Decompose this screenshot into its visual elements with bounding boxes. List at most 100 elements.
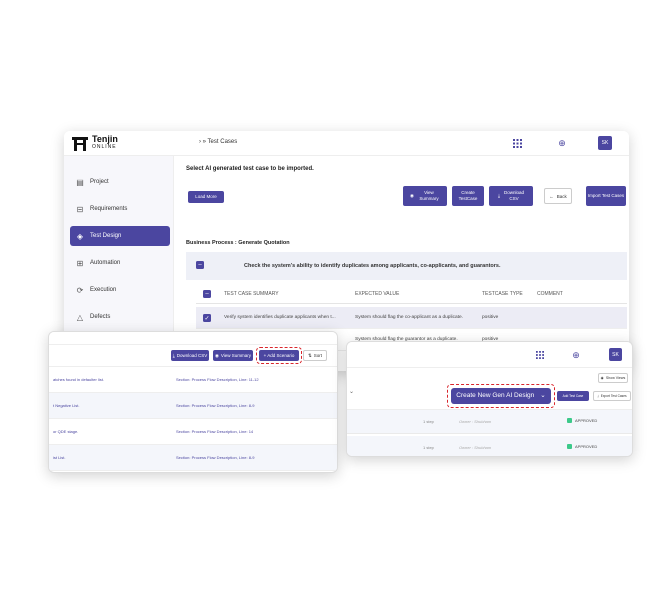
expected-cell: System should flag the co-applicant as a… [355,315,463,320]
owner-cell: Owner : Shubham [459,419,492,424]
test-design-panel: ⊕ SK ⌄ ◉ Show Views Create New Gen AI De… [346,341,633,457]
highlight-add-scenario [256,347,302,364]
sort-icon: ⇅ [307,352,312,358]
column-header: EXPECTED VALUE [355,291,400,297]
scenario-title: atches found in defaulter list. [53,377,104,382]
panel-header [49,332,337,345]
scenario-section: Section: Process Flow Description, Line:… [176,377,259,382]
execution-icon: ⟳ [76,285,84,295]
project-icon: ▤ [76,177,84,187]
defects-icon: △ [76,312,84,322]
top-bar: Tenjin ONLINE › » Test Cases ⊕ SK [64,131,629,156]
apps-grid-icon[interactable] [510,136,524,150]
view-summary-label: View Summary [419,190,439,201]
back-button[interactable]: ← Back [544,188,572,204]
sidebar-item-label: Execution [90,287,117,293]
download-icon: ⤓ [498,193,500,198]
sidebar-item-requirements[interactable]: ⊟ Requirements [70,199,170,219]
list-item[interactable]: atches found in defaulter list. Section:… [49,367,337,393]
sidebar-item-label: Defects [90,314,111,320]
column-header: TESTCASE TYPE [482,291,523,297]
breadcrumb[interactable]: › » Test Cases [199,139,237,145]
column-header: TEST CASE SUMMARY [224,291,279,297]
arrow-left-icon: ← [549,193,554,199]
status-dot-icon [567,444,572,449]
download-csv-button[interactable]: ⤓ Download CSV [171,350,209,361]
download-csv-label: Download CSV [176,352,208,358]
scenario-section: Section: Process Flow Description, Line:… [176,403,255,408]
export-label: Export Test Cases [600,394,627,398]
sidebar-item-defects[interactable]: △ Defects [70,307,170,327]
step-count: 1 step [423,445,434,450]
scenario-list-panel: ⤓ Download CSV ◉ View Summary + Add Scen… [48,331,338,473]
download-csv-button[interactable]: ⤓ Download CSV [489,186,533,206]
row-checkbox[interactable]: ✓ [203,314,211,322]
sidebar-item-label: Test Design [90,233,122,239]
sidebar-item-project[interactable]: ▤ Project [70,172,170,192]
view-summary-label: View Summary [220,352,252,358]
requirements-icon: ⊟ [76,204,84,214]
add-test-case-button[interactable]: Add Test Case [557,391,589,401]
download-csv-label: Download CSV [504,190,525,201]
step-count: 1 step [423,419,434,424]
create-testcase-button[interactable]: Create TestCase [452,186,484,206]
test-design-icon: ◈ [76,231,84,241]
select-all-checkbox[interactable]: – [203,290,211,298]
scenario-row[interactable]: – Check the system's ability to identify… [186,252,627,280]
column-header: COMMENT [537,291,563,297]
sidebar-item-test-design[interactable]: ◈ Test Design [70,226,170,246]
sidebar-item-label: Automation [90,260,121,266]
view-summary-button[interactable]: ◉ View Summary [213,350,253,361]
list-item[interactable]: or QDE stage. Section: Process Flow Desc… [49,419,337,445]
scenario-title: t Negative List. [53,403,80,408]
load-more-button[interactable]: Load More [188,191,224,203]
table-row[interactable]: 1 step Owner : Shubham APPROVED [347,436,632,456]
scenario-title: ist List. [53,455,66,460]
sort-label: Sort [313,353,323,358]
summary-cell: Verify system identifies duplicate appli… [224,315,336,320]
owner-cell: Owner : Shubham [459,445,492,450]
status-badge: APPROVED [567,418,597,423]
back-label: Back [556,193,567,199]
export-test-cases-button[interactable]: ⤓ Export Test Cases [593,391,631,401]
eye-icon: ◉ [410,193,414,198]
brand-name: Tenjin [92,134,118,144]
list-item[interactable]: ist List. Section: Process Flow Descript… [49,445,337,471]
sort-button[interactable]: ⇅ Sort [303,350,327,361]
sidebar-item-automation[interactable]: ⊞ Automation [70,253,170,273]
avatar[interactable]: SK [598,136,612,150]
panel-toolbar: ⌄ ◉ Show Views Create New Gen AI Design … [347,368,632,410]
import-test-cases-button[interactable]: Import Test Cases [586,186,626,206]
avatar[interactable]: SK [609,348,622,361]
table-row[interactable]: 1 step Owner : Shubham APPROVED [347,410,632,434]
status-label: APPROVED [575,418,598,423]
scenario-section: Section: Process Flow Description, Line:… [176,429,254,434]
settings-circle-icon[interactable]: ⊕ [569,348,583,362]
scenario-text: Check the system's ability to identify d… [244,263,501,269]
tenjin-logo-icon [72,137,88,151]
view-summary-button[interactable]: ◉ View Summary [403,186,447,206]
chevron-down-icon[interactable]: ⌄ [349,388,354,395]
brand-sub: ONLINE [92,144,117,150]
scenario-checkbox[interactable]: – [196,261,204,269]
sidebar-item-label: Requirements [90,206,128,212]
apps-grid-icon[interactable] [533,348,547,362]
scenario-section: Section: Process Flow Description, Line:… [176,455,255,460]
show-views-button[interactable]: ◉ Show Views [598,373,628,383]
status-dot-icon [567,418,572,423]
business-process-title: Business Process : Generate Quotation [186,240,290,246]
sidebar-item-label: Project [90,179,109,185]
panel-toolbar: ⤓ Download CSV ◉ View Summary + Add Scen… [49,345,337,367]
sidebar-item-execution[interactable]: ⟳ Execution [70,280,170,300]
table-row[interactable]: ✓ Verify system identifies duplicate app… [196,307,627,329]
page-title: Select AI generated test case to be impo… [186,166,314,172]
download-icon: ⤓ [172,352,175,358]
panel-header: ⊕ SK [347,342,632,368]
eye-icon: ◉ [600,376,604,380]
settings-circle-icon[interactable]: ⊕ [555,136,569,150]
status-label: APPROVED [575,444,598,449]
scenario-title: or QDE stage. [53,429,79,434]
list-item[interactable]: t Negative List. Section: Process Flow D… [49,393,337,419]
export-icon: ⤓ [597,394,599,398]
eye-icon: ◉ [214,352,219,358]
